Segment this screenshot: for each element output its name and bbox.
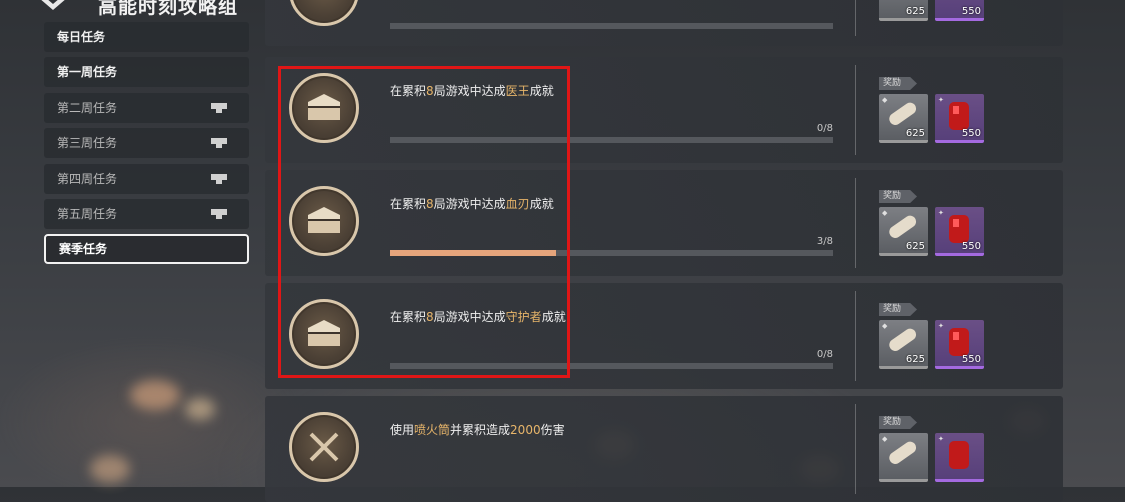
reward-gem-slot[interactable]: 550 xyxy=(935,0,984,21)
progress-bar xyxy=(390,23,833,29)
progress-count: 3/8 xyxy=(816,236,833,247)
task-description: 在累积8局游戏中达成血刃成就 xyxy=(390,197,554,211)
chest-medal-icon xyxy=(289,186,359,256)
bokeh-light xyxy=(130,380,180,410)
reward-gem-slot[interactable]: ✦ xyxy=(935,433,984,482)
progress-count: 0/8 xyxy=(816,123,833,134)
divider xyxy=(855,65,856,155)
swords-medal-icon xyxy=(289,412,359,482)
reward-scroll-slot[interactable]: 625 xyxy=(879,0,928,21)
task-description: 使用喷火筒并累积造成2000伤害 xyxy=(390,423,565,437)
task-list[interactable]: 625 550 在累积8局游戏中达成医王成就 0/8 奖励 ◆ 625 ✦ 55… xyxy=(265,0,1065,502)
reward-label: 奖励 xyxy=(879,190,917,203)
reward-count: 550 xyxy=(961,128,981,139)
task-card: 在累积8局游戏中达成医王成就 0/8 奖励 ◆ 625 ✦ 550 xyxy=(265,57,1063,163)
chest-medal-icon xyxy=(289,299,359,369)
progress-bar xyxy=(390,363,833,369)
reward-scroll-slot[interactable]: ◆ 625 xyxy=(879,207,928,256)
reward-label: 奖励 xyxy=(879,416,917,429)
sidebar-item-label: 赛季任务 xyxy=(59,242,108,257)
task-description: 在累积8局游戏中达成医王成就 xyxy=(390,84,554,98)
bokeh-light xyxy=(90,455,130,483)
sidebar-item-week3[interactable]: 第三周任务 xyxy=(44,128,249,159)
task-card: 在累积8局游戏中达成守护者成就 0/8 奖励 ◆ 625 ✦ 550 xyxy=(265,283,1063,389)
scroll-icon xyxy=(889,441,917,464)
divider xyxy=(855,291,856,381)
sidebar-item-label: 第一周任务 xyxy=(57,65,118,80)
sidebar-item-label: 每日任务 xyxy=(57,30,106,44)
sidebar-item-label: 第三周任务 xyxy=(57,136,118,151)
chest-icon xyxy=(308,207,340,233)
task-description: 在累积8局游戏中达成守护者成就 xyxy=(390,310,566,324)
sidebar-item-label: 第五周任务 xyxy=(57,206,118,221)
reward-gem-slot[interactable]: ✦ 550 xyxy=(935,207,984,256)
reward-label: 奖励 xyxy=(879,77,917,90)
task-category-sidebar: 每日任务 第一周任务 第二周任务 第三周任务 第四周任务 第五周任务 赛季任务 xyxy=(44,22,249,270)
lock-icon xyxy=(211,102,227,113)
sidebar-item-daily[interactable]: 每日任务 xyxy=(44,22,249,52)
task-medal-icon xyxy=(289,0,359,26)
progress-fill xyxy=(390,250,557,256)
reward-count: 625 xyxy=(905,128,925,139)
chest-icon xyxy=(308,320,340,346)
reward-gem-slot[interactable]: ✦ 550 xyxy=(935,320,984,369)
reward-count: 625 xyxy=(905,6,925,17)
lock-icon xyxy=(211,173,227,184)
sidebar-item-week2[interactable]: 第二周任务 xyxy=(44,92,249,123)
reward-scroll-slot[interactable]: ◆ 625 xyxy=(879,94,928,143)
reward-count: 625 xyxy=(905,241,925,252)
task-card: 使用喷火筒并累积造成2000伤害 奖励 ◆ ✦ xyxy=(265,396,1063,502)
sidebar-item-label: 第四周任务 xyxy=(57,171,118,186)
lock-icon xyxy=(211,138,227,149)
logo-icon xyxy=(41,0,65,10)
reward-count: 550 xyxy=(961,241,981,252)
divider xyxy=(855,404,856,494)
chest-medal-icon xyxy=(289,73,359,143)
chest-icon xyxy=(308,94,340,120)
task-card: 625 550 xyxy=(265,0,1063,46)
sidebar-item-label: 第二周任务 xyxy=(57,100,118,115)
task-card: 在累积8局游戏中达成血刃成就 3/8 奖励 ◆ 625 ✦ 550 xyxy=(265,170,1063,276)
divider xyxy=(855,0,856,36)
reward-scroll-slot[interactable]: ◆ xyxy=(879,433,928,482)
reward-gem-slot[interactable]: ✦ 550 xyxy=(935,94,984,143)
progress-bar xyxy=(390,137,833,143)
bokeh-light xyxy=(185,398,215,420)
reward-label: 奖励 xyxy=(879,303,917,316)
reward-count: 625 xyxy=(905,354,925,365)
page-title: 高能时刻攻略组 xyxy=(98,0,239,18)
red-crystal-icon xyxy=(949,441,969,469)
progress-bar xyxy=(390,250,833,256)
reward-count: 550 xyxy=(961,6,981,17)
sidebar-item-week4[interactable]: 第四周任务 xyxy=(44,163,249,194)
sidebar-item-week5[interactable]: 第五周任务 xyxy=(44,198,249,229)
reward-scroll-slot[interactable]: ◆ 625 xyxy=(879,320,928,369)
progress-count: 0/8 xyxy=(816,349,833,360)
sidebar-item-week1[interactable]: 第一周任务 xyxy=(44,57,249,88)
sidebar-item-season[interactable]: 赛季任务 xyxy=(44,234,249,265)
lock-icon xyxy=(211,208,227,219)
divider xyxy=(855,178,856,268)
reward-count: 550 xyxy=(961,354,981,365)
crossed-swords-icon xyxy=(309,432,339,462)
